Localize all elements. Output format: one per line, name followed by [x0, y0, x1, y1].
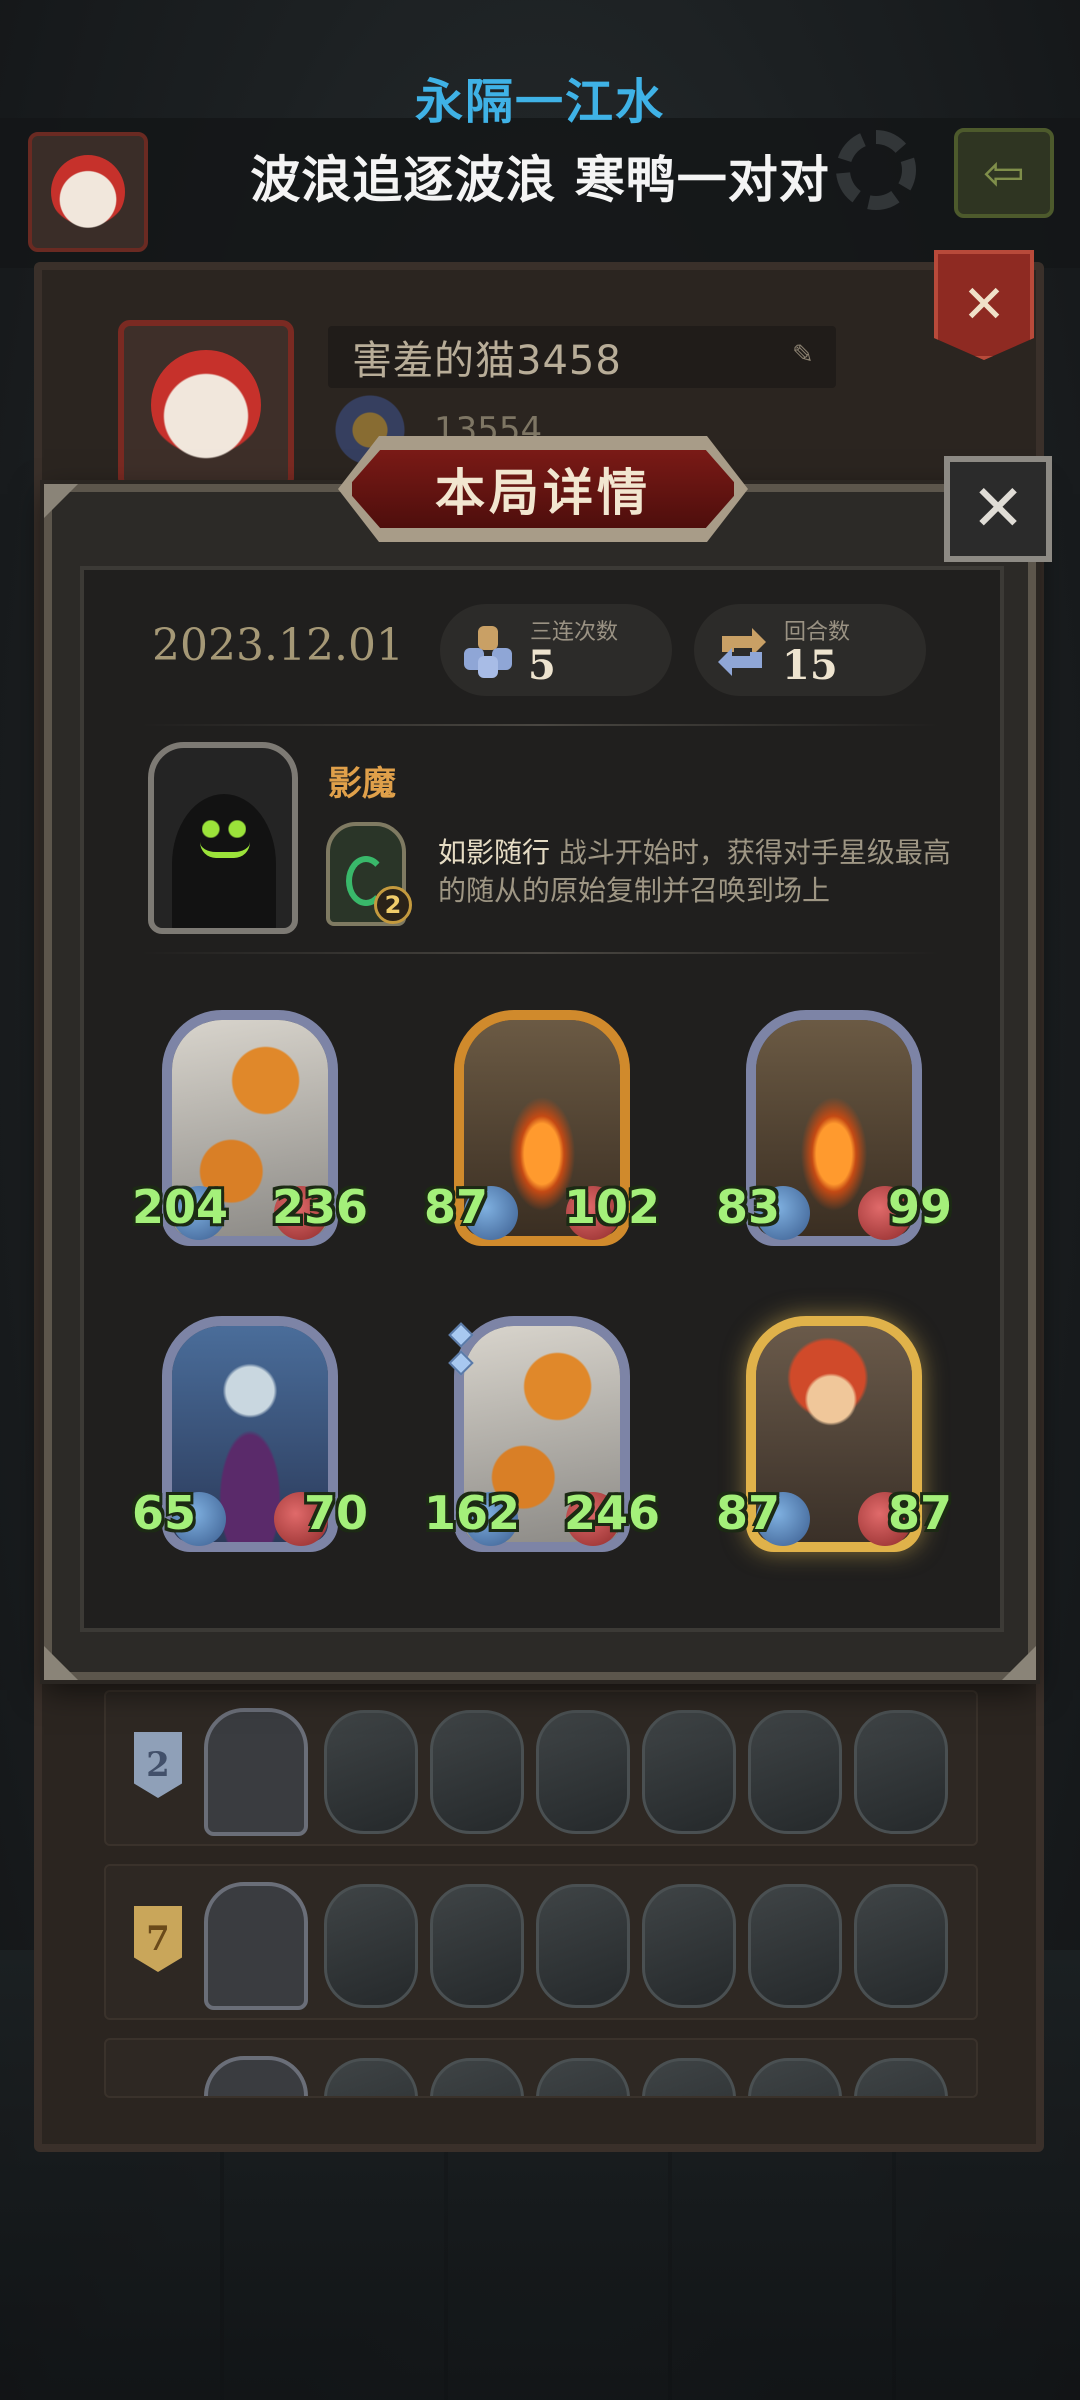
history-minion	[854, 2058, 948, 2096]
history-hero-portrait	[204, 2056, 308, 2096]
minion-health: 236	[271, 1180, 368, 1234]
history-minion	[324, 1710, 418, 1834]
history-minion	[324, 1884, 418, 2008]
shadow-demon-icon	[172, 794, 276, 928]
modal-close-button[interactable]: ✕	[944, 456, 1052, 562]
triples-value: 5	[528, 642, 556, 689]
minion-card[interactable]: 83 99	[716, 1010, 952, 1246]
minion-card[interactable]: 204 236	[132, 1010, 368, 1246]
close-icon: ✕	[971, 472, 1025, 546]
minion-attack: 162	[424, 1486, 521, 1540]
player-name-field[interactable]: 害羞的猫3458 ✎	[328, 326, 836, 388]
stacked-units-icon	[464, 626, 512, 678]
minion-attack: 87	[716, 1486, 781, 1540]
lyric-line-2: 波浪追逐波浪 寒鸭一对对	[250, 151, 830, 209]
divider	[140, 724, 940, 726]
history-minion	[748, 2058, 842, 2096]
minion-attack: 87	[424, 1180, 489, 1234]
history-minion	[430, 2058, 524, 2096]
hero-name: 影魔	[328, 764, 396, 804]
minion-attack: 83	[716, 1180, 781, 1234]
minion-card[interactable]: 87 102	[424, 1010, 660, 1246]
history-row[interactable]: 7	[104, 1864, 978, 2020]
glowing-eyes	[202, 820, 246, 838]
avatar-icon	[151, 350, 261, 460]
minion-health: 102	[563, 1180, 660, 1234]
history-row[interactable]	[104, 2038, 978, 2098]
rounds-stat: 回合数 15	[694, 604, 926, 696]
history-minion	[324, 2058, 418, 2096]
modal-title: 本局详情	[346, 444, 740, 534]
profile-avatar[interactable]	[118, 320, 294, 490]
cycle-arrows-icon	[718, 628, 766, 676]
divider	[140, 952, 940, 954]
match-date: 2023.12.01	[152, 620, 404, 671]
history-minion	[642, 1884, 736, 2008]
history-hero-portrait	[204, 1882, 308, 2010]
rounds-value: 15	[782, 642, 838, 689]
minion-health: 70	[303, 1486, 368, 1540]
minion-health: 246	[563, 1486, 660, 1540]
skill-level-badge: 2	[374, 886, 412, 924]
minion-attack: 65	[132, 1486, 197, 1540]
history-minion	[748, 1710, 842, 1834]
history-minion	[430, 1710, 524, 1834]
minion-card[interactable]: 162 246	[424, 1316, 660, 1552]
close-icon: ✕	[962, 275, 1006, 335]
minion-card[interactable]: 65 70	[132, 1316, 368, 1552]
hero-portrait[interactable]	[148, 742, 298, 934]
minion-health: 87	[887, 1486, 952, 1540]
history-minion	[748, 1884, 842, 2008]
history-minion	[536, 1710, 630, 1834]
history-minion	[854, 1710, 948, 1834]
history-row[interactable]: 2	[104, 1690, 978, 1846]
history-minion	[536, 1884, 630, 2008]
pencil-icon[interactable]: ✎	[792, 342, 818, 368]
skill-description: 如影随行 战斗开始时，获得对手星级最高的随从的原始复制并召唤到场上	[438, 834, 968, 910]
history-minion	[854, 1884, 948, 2008]
history-minion	[430, 1884, 524, 2008]
minion-card[interactable]: 87 87	[716, 1316, 952, 1552]
rank-badge: 7	[134, 1906, 182, 1972]
skill-name: 如影随行	[438, 836, 551, 869]
minion-attack: 204	[132, 1180, 229, 1234]
player-name: 害羞的猫3458	[352, 338, 622, 384]
rank-badge: 2	[134, 1732, 182, 1798]
minion-health: 99	[887, 1180, 952, 1234]
history-minion	[642, 2058, 736, 2096]
triples-stat: 三连次数 5	[440, 604, 672, 696]
lyric-line-1: 永隔一江水	[414, 74, 665, 130]
history-minion	[536, 2058, 630, 2096]
history-minion	[642, 1710, 736, 1834]
profile-close-button[interactable]: ✕	[934, 250, 1034, 360]
history-hero-portrait	[204, 1708, 308, 1836]
